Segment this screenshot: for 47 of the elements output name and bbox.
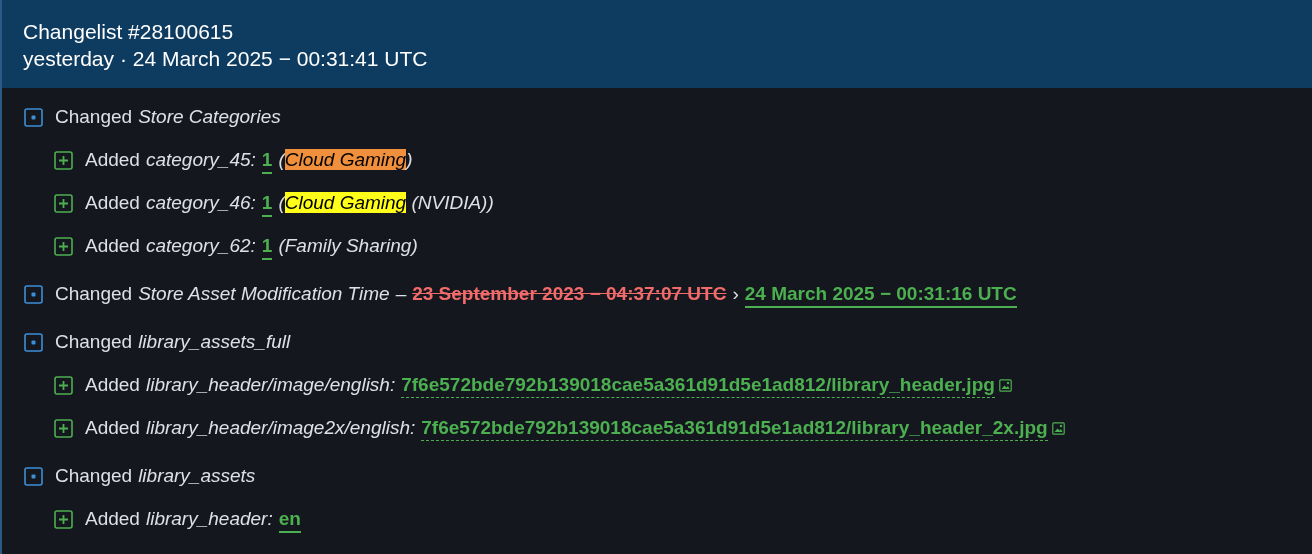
field-name: library_header/image2x/english:	[145, 416, 416, 441]
field-name: category_46:	[145, 191, 256, 216]
plus-box-icon	[54, 194, 73, 213]
plus-box-icon	[54, 237, 73, 256]
change-verb: Changed	[55, 330, 133, 355]
plus-box-icon	[54, 151, 73, 170]
new-value: 1	[261, 148, 273, 174]
plus-box-icon	[54, 376, 73, 395]
change-verb: Changed	[55, 105, 133, 130]
change-verb: Added	[85, 507, 140, 532]
field-name: Store Asset Modification Time	[138, 282, 390, 307]
change-verb: Added	[85, 191, 140, 216]
field-name: category_62:	[145, 234, 256, 259]
new-value: 1	[261, 191, 273, 217]
field-name: category_45:	[145, 148, 256, 173]
field-name: library_assets_full	[138, 330, 291, 355]
changed-icon	[24, 333, 43, 352]
category-note: (Family Sharing)	[278, 234, 418, 259]
old-value: 23 September 2023 − 04:37:07 UTC	[412, 282, 727, 307]
plus-box-icon	[54, 419, 73, 438]
changed-icon	[24, 108, 43, 127]
change-verb: Changed	[55, 282, 133, 307]
image-icon	[998, 379, 1012, 393]
file-link[interactable]: 7f6e572bde792b139018cae5a361d91d5e1ad812/library_header_2x.jpg	[421, 416, 1048, 441]
changelist-date: yesterday · 24 March 2025 − 00:31:41 UTC	[23, 46, 429, 72]
changed-icon	[24, 285, 43, 304]
category-note: (Cloud Gaming (NVIDIA))	[278, 191, 494, 216]
change-verb: Added	[85, 148, 140, 173]
field-name: library_header/image/english:	[145, 373, 396, 398]
field-name: library_header:	[145, 507, 273, 532]
field-name: Store Categories	[138, 105, 281, 130]
new-value: 24 March 2025 − 00:31:16 UTC	[744, 282, 1017, 308]
changed-icon	[24, 467, 43, 486]
new-value: 1	[261, 234, 273, 260]
category-note: (Cloud Gaming)	[278, 148, 413, 173]
field-name: library_assets	[138, 464, 256, 489]
file-link[interactable]: 7f6e572bde792b139018cae5a361d91d5e1ad812/library_header.jpg	[401, 373, 995, 398]
change-verb: Changed	[55, 464, 133, 489]
change-verb: Added	[85, 416, 140, 441]
change-verb: Added	[85, 373, 140, 398]
new-value: en	[278, 507, 301, 533]
arrow: ›	[732, 282, 739, 307]
plus-box-icon	[54, 510, 73, 529]
change-verb: Added	[85, 234, 140, 259]
image-icon	[1051, 422, 1065, 436]
changelist-title: Changelist #28100615	[23, 19, 235, 45]
dash: –	[395, 282, 407, 307]
